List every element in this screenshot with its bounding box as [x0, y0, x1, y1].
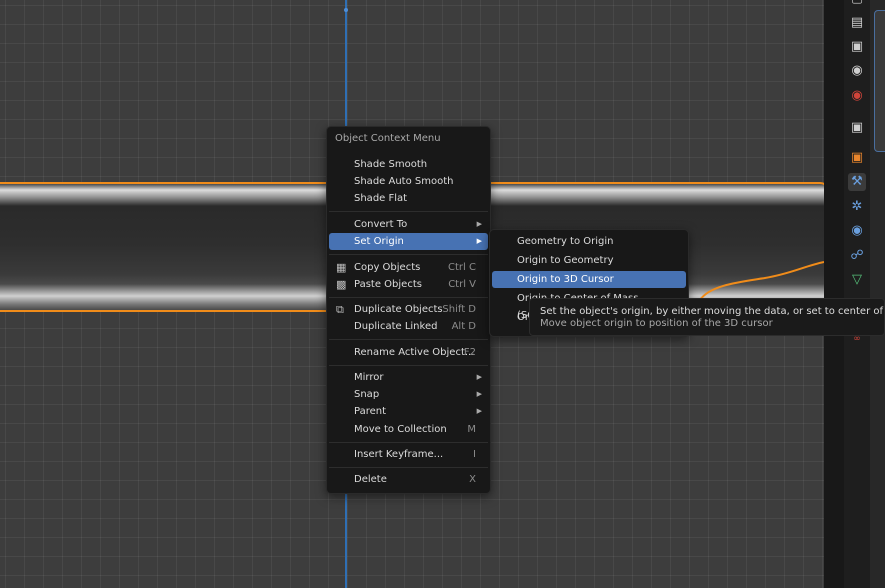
geometry-to-origin-item[interactable]: Geometry to Origin — [492, 233, 686, 250]
output-icon[interactable]: ▣ — [848, 38, 866, 56]
geometry-to-origin-label: Geometry to Origin — [517, 236, 614, 247]
shade-smooth-item[interactable]: Shade Smooth — [329, 156, 488, 173]
duplicate-linked-item[interactable]: Duplicate Linked Alt D — [329, 318, 488, 335]
tool-icon[interactable]: ▢ — [848, 0, 866, 8]
paste-objects-item[interactable]: ▩ Paste Objects Ctrl V — [329, 276, 488, 293]
move-to-collection-shortcut: M — [467, 424, 476, 435]
parent-label: Parent — [354, 406, 387, 417]
shade-auto-smooth-item[interactable]: Shade Auto Smooth — [329, 173, 488, 190]
duplicate-linked-shortcut: Alt D — [451, 321, 476, 332]
duplicate-icon: ⧉ — [336, 303, 344, 316]
constraints-icon[interactable]: ☍ — [848, 247, 866, 265]
submenu-arrow-icon: ▶ — [476, 390, 482, 398]
delete-shortcut: X — [469, 474, 476, 485]
object-icon[interactable]: ▣ — [848, 149, 866, 167]
move-to-collection-label: Move to Collection — [354, 424, 447, 435]
mirror-item[interactable]: Mirror ▶ — [329, 369, 488, 386]
shade-flat-label: Shade Flat — [354, 193, 408, 204]
move-to-collection-item[interactable]: Move to Collection M — [329, 421, 488, 438]
insert-keyframe-shortcut: I — [473, 449, 476, 460]
set-origin-item[interactable]: Set Origin ▶ — [329, 233, 488, 250]
copy-objects-label: Copy Objects — [354, 262, 421, 273]
tooltip-python-hint: Move object origin to position of the 3D… — [540, 318, 773, 329]
copy-icon: ▦ — [336, 261, 347, 274]
snap-item[interactable]: Snap ▶ — [329, 386, 488, 403]
copy-objects-item[interactable]: ▦ Copy Objects Ctrl C — [329, 259, 488, 276]
convert-to-label: Convert To — [354, 219, 408, 230]
separator — [329, 297, 488, 298]
duplicate-objects-shortcut: Shift D — [442, 304, 476, 315]
submenu-arrow-icon: ▶ — [476, 220, 482, 228]
convert-to-item[interactable]: Convert To ▶ — [329, 216, 488, 233]
insert-keyframe-label: Insert Keyframe... — [354, 449, 444, 460]
rename-active-object-label: Rename Active Object... — [354, 347, 475, 358]
duplicate-objects-label: Duplicate Objects — [354, 304, 443, 315]
properties-editor — [870, 0, 885, 588]
paste-icon: ▩ — [336, 278, 347, 291]
copy-objects-shortcut: Ctrl C — [448, 262, 476, 273]
modifier-icon[interactable]: ⚒ — [848, 173, 866, 191]
origin-to-center-of-mass-volume-label: Or — [517, 312, 529, 323]
duplicate-objects-item[interactable]: ⧉ Duplicate Objects Shift D — [329, 301, 488, 318]
separator — [329, 211, 488, 212]
properties-panel — [874, 10, 885, 152]
submenu-arrow-icon: ▶ — [476, 373, 482, 381]
tooltip-description: Set the object's origin, by either movin… — [540, 306, 884, 317]
menu-title: Object Context Menu — [335, 133, 441, 144]
separator — [329, 467, 488, 468]
scene-icon[interactable]: ◉ — [848, 87, 866, 105]
paste-objects-label: Paste Objects — [354, 279, 422, 290]
submenu-arrow-icon: ▶ — [476, 237, 482, 245]
separator — [329, 442, 488, 443]
mirror-label: Mirror — [354, 372, 384, 383]
snap-label: Snap — [354, 389, 380, 400]
navigation-gizmo-strip — [824, 0, 844, 588]
submenu-arrow-icon: ▶ — [476, 407, 482, 415]
rename-active-object-item[interactable]: Rename Active Object... F2 — [329, 344, 488, 361]
separator — [329, 365, 488, 366]
separator — [329, 254, 488, 255]
rename-active-object-shortcut: F2 — [463, 347, 476, 358]
origin-to-geometry-item[interactable]: Origin to Geometry — [492, 252, 686, 269]
object-context-menu: Object Context Menu Shade Smooth Shade A… — [326, 126, 491, 494]
tooltip: Set the object's origin, by either movin… — [529, 298, 885, 336]
view-layer-icon[interactable]: ◉ — [848, 62, 866, 80]
insert-keyframe-item[interactable]: Insert Keyframe... I — [329, 446, 488, 463]
origin-to-geometry-label: Origin to Geometry — [517, 255, 614, 266]
shade-smooth-label: Shade Smooth — [354, 159, 428, 170]
world-icon[interactable]: ▣ — [848, 119, 866, 137]
physics-icon[interactable]: ◉ — [848, 222, 866, 240]
delete-label: Delete — [354, 474, 387, 485]
render-icon[interactable]: ▤ — [848, 14, 866, 32]
duplicate-linked-label: Duplicate Linked — [354, 321, 438, 332]
paste-objects-shortcut: Ctrl V — [448, 279, 476, 290]
particles-icon[interactable]: ✲ — [848, 198, 866, 216]
shade-auto-smooth-label: Shade Auto Smooth — [354, 176, 454, 187]
separator — [329, 339, 488, 340]
origin-to-3d-cursor-item[interactable]: Origin to 3D Cursor — [492, 271, 686, 288]
set-origin-label: Set Origin — [354, 236, 404, 247]
delete-item[interactable]: Delete X — [329, 471, 488, 488]
parent-item[interactable]: Parent ▶ — [329, 403, 488, 420]
data-icon[interactable]: ▽ — [848, 271, 866, 289]
shade-flat-item[interactable]: Shade Flat — [329, 190, 488, 207]
origin-to-3d-cursor-label: Origin to 3D Cursor — [517, 274, 614, 285]
